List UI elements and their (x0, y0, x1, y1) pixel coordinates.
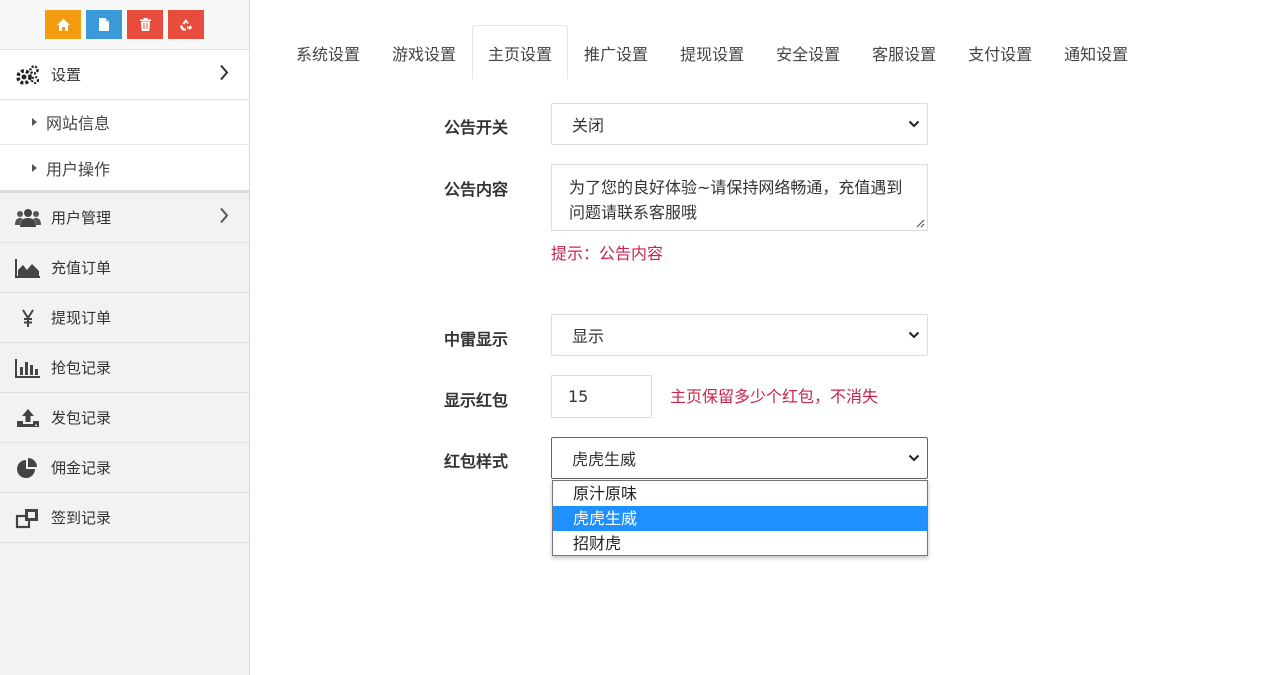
caret-right-icon (32, 163, 37, 172)
clone-icon (15, 507, 41, 529)
tab-withdraw-settings[interactable]: 提现设置 (664, 25, 760, 79)
chevron-down-icon (908, 120, 920, 128)
sidebar-item-label: 充值订单 (51, 259, 112, 277)
chevron-right-icon (219, 207, 229, 228)
tab-customer-service-settings[interactable]: 客服设置 (856, 25, 952, 79)
file-button[interactable] (86, 10, 122, 39)
packet-style-value: 虎虎生威 (572, 450, 637, 469)
sidebar-item-label: 提现订单 (51, 309, 112, 327)
packet-style-label: 红包样式 (444, 452, 509, 471)
tab-promotion-settings[interactable]: 推广设置 (568, 25, 664, 79)
tab-game-settings[interactable]: 游戏设置 (376, 25, 472, 79)
tab-home-settings[interactable]: 主页设置 (472, 25, 569, 79)
sidebar-item-recharge-orders[interactable]: 充值订单 (0, 243, 249, 293)
pie-chart-icon (15, 457, 41, 479)
upload-icon (15, 407, 41, 429)
tab-security-settings[interactable]: 安全设置 (760, 25, 856, 79)
caret-right-icon (32, 118, 37, 126)
sidebar-item-user-management[interactable]: 用户管理 (0, 193, 249, 243)
resize-grip-icon[interactable] (916, 219, 925, 228)
mine-display-value: 显示 (572, 327, 605, 346)
packet-style-dropdown: 原汁原味 虎虎生威 招财虎 (552, 480, 928, 556)
chevron-right-icon (219, 64, 229, 85)
tab-system-settings[interactable]: 系统设置 (280, 25, 376, 79)
sidebar-item-label: 用户管理 (51, 209, 112, 227)
sidebar-item-grab-records[interactable]: 抢包记录 (0, 343, 249, 393)
settings-submenu: 网站信息 用户操作 (0, 100, 249, 193)
sidebar-item-commission-records[interactable]: 佣金记录 (0, 443, 249, 493)
settings-tabs: 系统设置 游戏设置 主页设置 推广设置 提现设置 安全设置 客服设置 支付设置 … (280, 25, 1144, 79)
sidebar-item-checkin-records[interactable]: 签到记录 (0, 493, 249, 543)
sidebar-item-withdraw-orders[interactable]: 提现订单 (0, 293, 249, 343)
sidebar-item-label: 设置 (51, 66, 82, 84)
sidebar-item-label: 佣金记录 (51, 459, 112, 477)
file-icon (99, 18, 109, 31)
chevron-down-icon (908, 331, 920, 339)
sidebar-toolbar (0, 0, 249, 50)
area-chart-icon (15, 257, 41, 279)
notice-content-hint: 提示：公告内容 (551, 244, 664, 263)
notice-content-value: 为了您的良好体验~请保持网络畅通，充值遇到问题请联系客服哦 (569, 178, 903, 222)
sidebar-item-send-records[interactable]: 发包记录 (0, 393, 249, 443)
sidebar-subitem-label: 用户操作 (46, 159, 111, 179)
mine-display-label: 中雷显示 (444, 330, 509, 349)
home-button[interactable] (45, 10, 81, 39)
notice-switch-select[interactable]: 关闭 (551, 103, 928, 145)
sidebar-subitem-label: 网站信息 (46, 114, 111, 133)
sidebar-item-label: 抢包记录 (51, 359, 112, 377)
tab-notification-settings[interactable]: 通知设置 (1048, 25, 1144, 79)
recycle-button[interactable] (168, 10, 204, 39)
sidebar-item-label: 签到记录 (51, 509, 112, 527)
yen-icon (15, 307, 41, 329)
notice-content-label: 公告内容 (444, 180, 509, 199)
show-packets-label: 显示红包 (444, 391, 509, 410)
bar-chart-icon (15, 357, 41, 379)
packet-style-select[interactable]: 虎虎生威 (551, 437, 928, 479)
recycle-icon (180, 18, 192, 30)
trash-button[interactable] (127, 10, 163, 39)
notice-switch-value: 关闭 (572, 116, 605, 135)
show-packets-value: 15 (568, 387, 589, 406)
dropdown-option-selected[interactable]: 虎虎生威 (553, 506, 927, 531)
tab-payment-settings[interactable]: 支付设置 (952, 25, 1048, 79)
notice-switch-label: 公告开关 (444, 118, 509, 137)
sidebar: 设置 网站信息 用户操作 用户管理 充值订单 提现订单 抢包记录 发包记录 佣金… (0, 0, 250, 675)
home-icon (56, 18, 70, 31)
mine-display-select[interactable]: 显示 (551, 314, 928, 356)
trash-icon (139, 18, 151, 31)
sidebar-item-label: 发包记录 (51, 409, 112, 427)
users-icon (15, 207, 41, 229)
cogs-icon (15, 64, 41, 86)
sidebar-subitem-user-ops[interactable]: 用户操作 (0, 145, 249, 190)
chevron-down-icon (908, 454, 920, 462)
sidebar-subitem-site-info[interactable]: 网站信息 (0, 100, 249, 145)
dropdown-option[interactable]: 原汁原味 (553, 481, 927, 506)
show-packets-input[interactable]: 15 (551, 375, 652, 418)
dropdown-option[interactable]: 招财虎 (553, 531, 927, 556)
notice-content-textarea[interactable]: 为了您的良好体验~请保持网络畅通，充值遇到问题请联系客服哦 (551, 164, 928, 231)
sidebar-item-settings[interactable]: 设置 (0, 50, 249, 100)
show-packets-hint: 主页保留多少个红包，不消失 (670, 387, 879, 406)
